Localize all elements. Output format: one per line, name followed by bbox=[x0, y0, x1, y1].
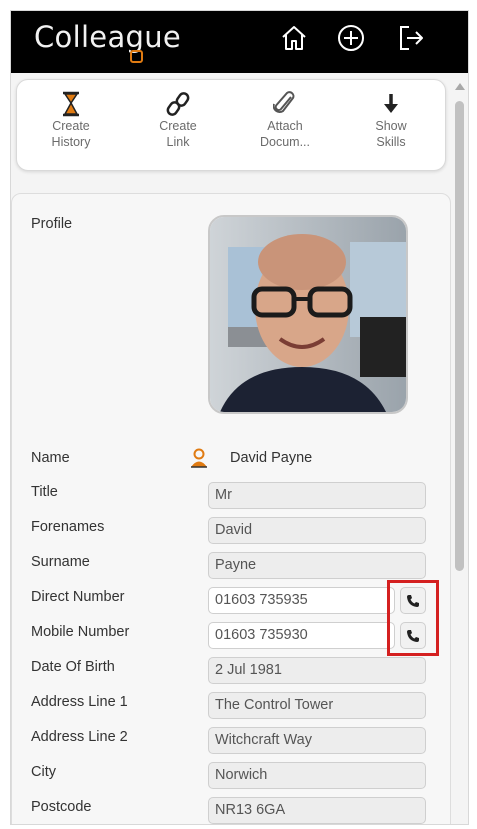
scroll-up-arrow-icon[interactable] bbox=[455, 83, 465, 90]
forenames-field[interactable]: David bbox=[208, 517, 426, 544]
scrollbar[interactable] bbox=[452, 73, 468, 824]
date-of-birth-label: Date Of Birth bbox=[31, 659, 115, 675]
address-line-1-label: Address Line 1 bbox=[31, 694, 128, 710]
scrollbar-thumb[interactable] bbox=[455, 101, 464, 571]
call-buttons-highlight bbox=[387, 580, 439, 656]
home-icon[interactable] bbox=[279, 23, 309, 53]
direct-number-label: Direct Number bbox=[31, 589, 125, 605]
user-icon bbox=[189, 448, 209, 468]
paperclip-icon bbox=[245, 90, 325, 118]
name-label: Name bbox=[31, 450, 70, 466]
link-icon bbox=[138, 90, 218, 118]
profile-label: Profile bbox=[31, 216, 73, 232]
postcode-field[interactable]: NR13 6GA bbox=[208, 797, 426, 824]
hourglass-icon bbox=[31, 90, 111, 118]
create-link-button[interactable]: Create Link bbox=[138, 90, 218, 150]
action-toolbar: Create History Create Link Attach Docum... … bbox=[16, 79, 446, 171]
top-bar: Colleague bbox=[11, 11, 468, 73]
mobile-number-field[interactable]: 01603 735930 bbox=[208, 622, 395, 649]
plus-circle-icon[interactable] bbox=[336, 23, 366, 53]
address-line-2-field[interactable]: Witchcraft Way bbox=[208, 727, 426, 754]
logo-accent bbox=[130, 50, 143, 63]
show-skills-label: Show Skills bbox=[375, 119, 407, 149]
create-link-label: Create Link bbox=[159, 119, 197, 149]
name-value: David Payne bbox=[230, 450, 313, 466]
app-logo[interactable]: Colleague bbox=[34, 20, 181, 54]
address-line-2-label: Address Line 2 bbox=[31, 729, 128, 745]
mobile-number-label: Mobile Number bbox=[31, 624, 130, 640]
surname-field[interactable]: Payne bbox=[208, 552, 426, 579]
show-skills-button[interactable]: Show Skills bbox=[351, 90, 431, 150]
city-field[interactable]: Norwich bbox=[208, 762, 426, 789]
postcode-label: Postcode bbox=[31, 799, 92, 815]
create-history-label: Create History bbox=[51, 119, 91, 149]
profile-photo[interactable] bbox=[208, 215, 408, 414]
direct-number-field[interactable]: 01603 735935 bbox=[208, 587, 395, 614]
address-line-1-field[interactable]: The Control Tower bbox=[208, 692, 426, 719]
city-label: City bbox=[31, 764, 56, 780]
title-label: Title bbox=[31, 484, 58, 500]
date-of-birth-field[interactable]: 2 Jul 1981 bbox=[208, 657, 426, 684]
surname-label: Surname bbox=[31, 554, 90, 570]
arrow-down-icon bbox=[351, 90, 431, 118]
title-field[interactable]: Mr bbox=[208, 482, 426, 509]
forenames-label: Forenames bbox=[31, 519, 105, 535]
attach-document-label: Attach Docum... bbox=[259, 119, 310, 149]
attach-document-button[interactable]: Attach Docum... bbox=[245, 90, 325, 150]
logout-icon[interactable] bbox=[396, 23, 426, 53]
create-history-button[interactable]: Create History bbox=[31, 90, 111, 150]
app-window: Colleague Create History Create Link Att… bbox=[10, 10, 469, 825]
